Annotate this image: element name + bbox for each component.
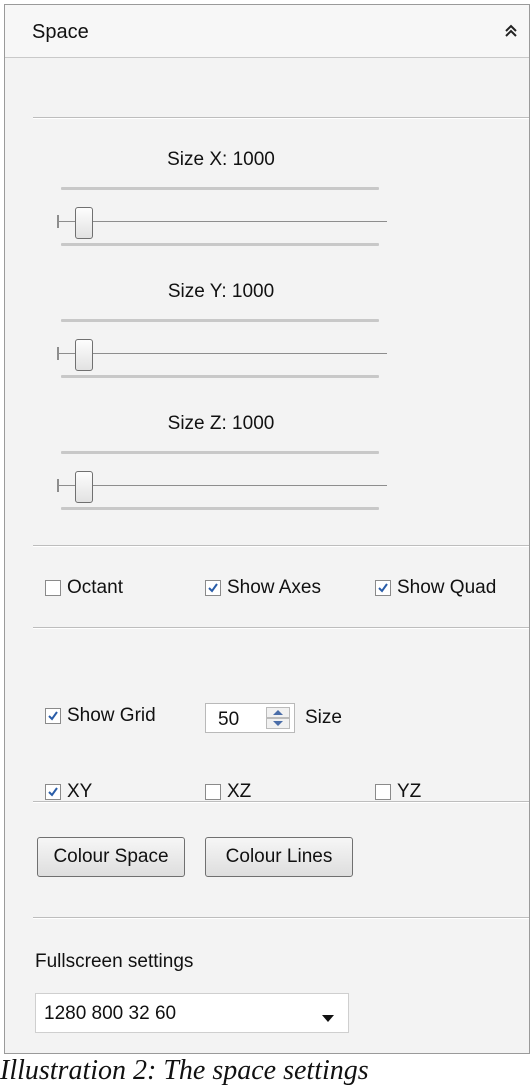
- show-quad-checkbox[interactable]: Show Quad: [375, 577, 496, 599]
- grid-size-spinbox[interactable]: 50: [205, 703, 295, 733]
- checkbox-box: [45, 784, 61, 800]
- slider-rail: [61, 243, 379, 246]
- checkbox-box: [205, 580, 221, 596]
- show-axes-checkbox[interactable]: Show Axes: [205, 577, 321, 599]
- check-mark-icon: [48, 711, 58, 721]
- slider-rail: [61, 187, 379, 190]
- figure-caption: Illustration 2: The space settings: [0, 1055, 369, 1086]
- octant-checkbox[interactable]: Octant: [45, 577, 123, 599]
- grid-size-value[interactable]: 50: [218, 709, 239, 731]
- checkbox-box: [375, 784, 391, 800]
- checkbox-box: [375, 580, 391, 596]
- separator: [33, 627, 529, 629]
- panel-header[interactable]: Space: [5, 5, 529, 58]
- checkbox-box: [45, 708, 61, 724]
- slider-tick: [57, 215, 59, 228]
- plane-yz-label: YZ: [397, 781, 422, 802]
- separator: [33, 117, 529, 119]
- plane-xz-label: XZ: [227, 781, 252, 802]
- size-z-label: Size Z: 1000: [167, 413, 275, 434]
- check-mark-icon: [208, 583, 218, 593]
- dropdown-arrow-icon[interactable]: [322, 1010, 334, 1028]
- slider-track: [57, 221, 387, 222]
- separator: [33, 801, 529, 803]
- octant-label: Octant: [67, 577, 123, 598]
- checkbox-box: [45, 580, 61, 596]
- check-mark-icon: [48, 787, 58, 797]
- colour-lines-button[interactable]: Colour Lines: [205, 837, 353, 877]
- slider-tick: [57, 479, 59, 492]
- slider-thumb[interactable]: [75, 339, 93, 371]
- slider-thumb[interactable]: [75, 471, 93, 503]
- plane-xz-checkbox[interactable]: XZ: [205, 781, 251, 803]
- colour-space-button[interactable]: Colour Space: [37, 837, 185, 877]
- slider-rail: [61, 375, 379, 378]
- slider-rail: [61, 451, 379, 454]
- size-z-slider[interactable]: [57, 451, 387, 521]
- size-y-label: Size Y: 1000: [167, 281, 275, 302]
- show-grid-label: Show Grid: [67, 705, 156, 726]
- slider-track: [57, 485, 387, 486]
- size-y-slider[interactable]: [57, 319, 387, 389]
- check-mark-icon: [378, 583, 388, 593]
- slider-rail: [61, 319, 379, 322]
- slider-rail: [61, 507, 379, 510]
- fullscreen-select[interactable]: 1280 800 32 60: [35, 993, 349, 1033]
- size-x-slider[interactable]: [57, 187, 387, 257]
- plane-xy-checkbox[interactable]: XY: [45, 781, 92, 803]
- slider-track: [57, 353, 387, 354]
- show-quad-label: Show Quad: [397, 577, 497, 598]
- separator: [33, 545, 529, 547]
- fullscreen-label: Fullscreen settings: [35, 951, 194, 972]
- show-axes-label: Show Axes: [227, 577, 321, 598]
- spin-arrows-icon[interactable]: [266, 707, 290, 729]
- slider-thumb[interactable]: [75, 207, 93, 239]
- double-chevron-up-icon[interactable]: [501, 20, 521, 42]
- checkbox-box: [205, 784, 221, 800]
- grid-size-label: Size: [305, 707, 342, 728]
- size-x-label: Size X: 1000: [167, 149, 275, 170]
- space-panel: Space Size X: 1000 Size Y: 1000 Size Z: …: [4, 4, 530, 1054]
- show-grid-checkbox[interactable]: Show Grid: [45, 705, 156, 727]
- plane-yz-checkbox[interactable]: YZ: [375, 781, 421, 803]
- plane-xy-label: XY: [67, 781, 93, 802]
- separator: [33, 917, 529, 919]
- slider-tick: [57, 347, 59, 360]
- fullscreen-value: 1280 800 32 60: [44, 1003, 177, 1024]
- panel-title: Space: [32, 21, 89, 43]
